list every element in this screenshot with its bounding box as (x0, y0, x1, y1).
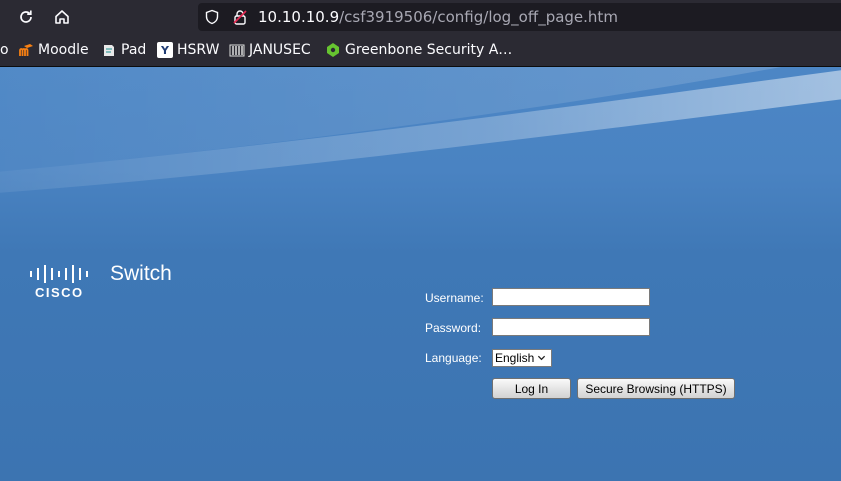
bookmark-partial[interactable]: o (0, 41, 9, 59)
cisco-logo: CISCO (30, 265, 88, 298)
home-icon[interactable] (51, 6, 73, 28)
hsrw-icon: Y (157, 42, 173, 58)
greenbone-icon (325, 42, 341, 58)
shield-icon[interactable] (204, 9, 220, 25)
browser-toolbar: 10.10.10.9/csf3919506/config/log_off_pag… (0, 0, 841, 34)
reload-icon[interactable] (15, 6, 37, 28)
language-label: Language: (425, 351, 482, 365)
username-label: Username: (425, 291, 484, 305)
pad-icon (101, 42, 117, 58)
url-path: /csf3919506/config/log_off_page.htm (339, 8, 618, 26)
language-select[interactable]: English (492, 349, 552, 367)
bookmark-label: o (0, 42, 9, 58)
password-field[interactable] (492, 318, 650, 336)
username-field[interactable] (492, 288, 650, 306)
secure-browsing-button[interactable]: Secure Browsing (HTTPS) (577, 378, 735, 399)
bookmarks-bar: o Moodle Pad Y HSRW JANUSEC Greenbone Se… (0, 34, 841, 67)
language-value: English (495, 351, 535, 365)
janusec-icon (229, 42, 245, 58)
bookmark-janusec[interactable]: JANUSEC (229, 41, 311, 59)
bookmark-label: Greenbone Security A… (345, 42, 513, 58)
svg-text:CISCO: CISCO (35, 285, 84, 298)
moodle-icon (18, 42, 34, 58)
password-label: Password: (425, 321, 482, 335)
bookmark-pad[interactable]: Pad (101, 41, 146, 59)
bookmark-label: HSRW (177, 42, 220, 58)
bookmark-moodle[interactable]: Moodle (18, 41, 89, 59)
product-name: Switch (110, 262, 172, 285)
bookmark-greenbone[interactable]: Greenbone Security A… (325, 41, 512, 59)
chevron-down-icon (537, 355, 546, 361)
bookmark-label: Pad (121, 42, 147, 58)
background-swoosh (0, 67, 841, 193)
url-text[interactable]: 10.10.10.9/csf3919506/config/log_off_pag… (258, 8, 618, 26)
login-page: CISCO Switch Username: Password: Languag… (0, 67, 841, 481)
bookmark-label: JANUSEC (249, 42, 311, 58)
insecure-lock-icon[interactable] (232, 9, 248, 25)
login-button[interactable]: Log In (492, 378, 571, 399)
url-host: 10.10.10.9 (258, 8, 340, 26)
bookmark-hsrw[interactable]: Y HSRW (157, 41, 219, 59)
address-bar[interactable]: 10.10.10.9/csf3919506/config/log_off_pag… (198, 3, 841, 31)
bookmark-label: Moodle (38, 42, 89, 58)
